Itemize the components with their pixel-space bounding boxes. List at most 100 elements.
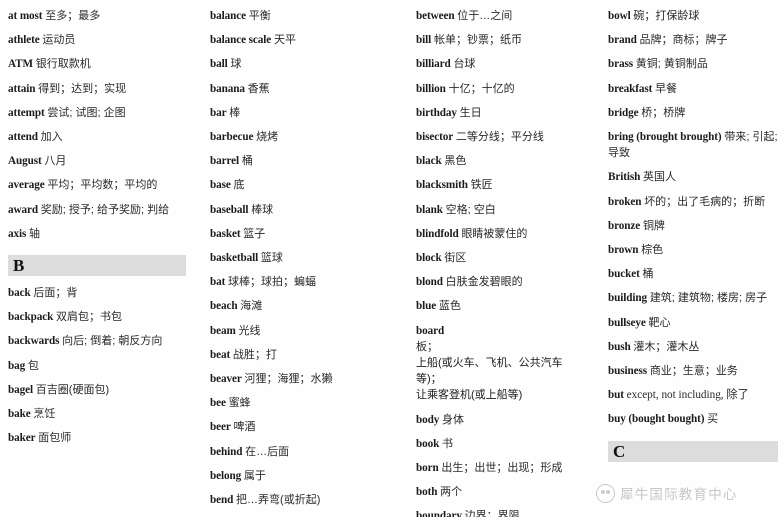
entry-headword: brand [608,34,637,47]
entry-headword: billiard [416,58,451,71]
entry-definition: 两个 [440,486,463,499]
entry-headword: born [416,462,439,475]
glossary-entry: body 身体 [416,412,588,428]
entry-definition: 帐单；钞票；纸币 [433,34,522,47]
entry-headword: between [416,10,455,22]
entry-headword: breakfast [608,82,653,95]
entry-definition: except, not including, 除了 [626,389,749,402]
glossary-entry: book 书 [416,436,588,452]
entry-headword: bend [210,494,234,507]
glossary-entry: business 商业；生意；业务 [608,363,778,379]
entry-definition: 烹饪 [33,408,56,421]
entry-headword: both [416,486,438,499]
entry-headword: birthday [416,106,457,119]
glossary-entry: broken 坏的；出了毛病的；折断 [608,194,778,210]
glossary-entry: blond 白肤金发碧眼的 [416,274,588,290]
entry-headword: blacksmith [416,179,468,192]
entry-definition: 出生；出世；出现；形成 [441,462,563,475]
glossary-entry: behind 在…后面 [210,444,394,460]
entry-headword: athlete [8,34,40,47]
entry-definition: 平均；平均数；平均的 [47,179,158,192]
entry-definition: 台球 [453,58,476,71]
glossary-entry: brown 棕色 [608,242,778,258]
entry-headword: basketball [210,252,259,265]
glossary-entry: back 后面；背 [8,285,186,301]
entry-definition: 双肩包；书包 [56,311,123,324]
entry-definition: 书 [442,437,454,450]
glossary-entry: buy (bought bought) 买 [608,411,778,427]
glossary-entry: award 奖励; 授予; 给予奖励; 判给 [8,202,186,218]
entry-definition: 得到；达到；实现 [38,82,127,95]
glossary-entry: bake 烹饪 [8,406,186,422]
glossary-entry: bucket 桶 [608,266,778,282]
entry-definition: 位于…之间 [457,10,513,22]
entry-headword: bring (brought brought) [608,131,722,144]
glossary-entry: bat 球棒；球拍；蝙蝠 [210,274,394,290]
entry-headword: average [8,179,45,192]
entry-definition: 包 [27,359,39,372]
entry-definition: 十亿；十亿的 [448,82,515,95]
entry-headword: August [8,155,42,168]
entry-definition: 海滩 [240,300,263,313]
entry-definition: 早餐 [655,82,678,95]
entry-definition-line: 上船(或火车、飞机、公共汽车等)； [416,357,563,386]
entry-headword: but [608,389,624,402]
entry-headword: baseball [210,203,249,216]
entry-definition: 靶心 [648,316,671,329]
glossary-entry: beach 海滩 [210,298,394,314]
glossary-entry: bring (brought brought) 带来; 引起; 导致 [608,129,778,161]
entry-definition: 白肤金发碧眼的 [445,276,523,289]
entry-definition: 街区 [444,252,467,265]
entry-headword: book [416,437,440,450]
glossary-entry: basket 篮子 [210,226,394,242]
entry-definition: 天平 [273,34,296,47]
entry-definition: 加入 [40,131,63,144]
glossary-entry: both 两个 [416,484,588,500]
entry-headword: British [608,171,641,184]
entry-headword: bridge [608,106,639,119]
entry-headword: body [416,413,440,426]
glossary-entry: blue 蓝色 [416,298,588,314]
entry-definition: 光线 [238,324,261,337]
glossary-entry: bridge 桥；桥牌 [608,105,778,121]
entry-headword: behind [210,445,243,458]
entry-headword: attempt [8,106,45,119]
entry-headword: blond [416,276,443,289]
glossary-entry: attend 加入 [8,129,186,145]
entry-definition: 二等分线；平分线 [455,131,544,144]
glossary-column-1: at most 至多；最多 athlete 运动员 ATM 银行取款机 atta… [0,8,200,517]
entry-definition: 桶 [642,268,654,281]
entry-definition: 蓝色 [438,300,461,313]
glossary-entry: attempt 尝试; 试图; 企图 [8,105,186,121]
entry-definition: 眼睛被蒙住的 [461,227,528,240]
section-header-b: B [8,255,186,277]
entry-definition: 英国人 [643,171,677,184]
glossary-entry: beer 啤酒 [210,419,394,435]
glossary-entry: attain 得到；达到；实现 [8,81,186,97]
dictionary-page: at most 至多；最多 athlete 运动员 ATM 银行取款机 atta… [0,0,784,517]
entry-definition: 百吉圈(硬面包) [35,383,110,396]
entry-headword: ATM [8,58,33,71]
glossary-entry: blank 空格; 空白 [416,202,588,218]
glossary-entry: bee 蜜蜂 [210,395,394,411]
entry-headword: building [608,292,648,305]
entry-definition: 品牌；商标；牌子 [639,34,728,47]
entry-headword: beat [210,348,231,361]
entry-headword: buy (bought bought) [608,413,705,426]
entry-headword: basket [210,227,241,240]
entry-headword: beach [210,300,238,313]
glossary-entry: block 街区 [416,250,588,266]
entry-headword: bronze [608,219,641,232]
glossary-entry: beat 战胜；打 [210,347,394,363]
entry-definition: 板； [416,340,438,353]
entry-headword: axis [8,227,27,240]
section-letter: C [613,441,626,461]
entry-headword: backwards [8,335,60,348]
entry-headword: boundary [416,510,462,517]
glossary-entry: bush 灌木；灌木丛 [608,339,778,355]
entry-headword: block [416,252,442,265]
glossary-entry: balance 平衡 [210,8,394,24]
entry-headword: attain [8,82,36,95]
entry-definition: 黄铜; 黄铜制品 [635,58,708,71]
entry-definition: 球棒；球拍；蝙蝠 [228,276,317,289]
